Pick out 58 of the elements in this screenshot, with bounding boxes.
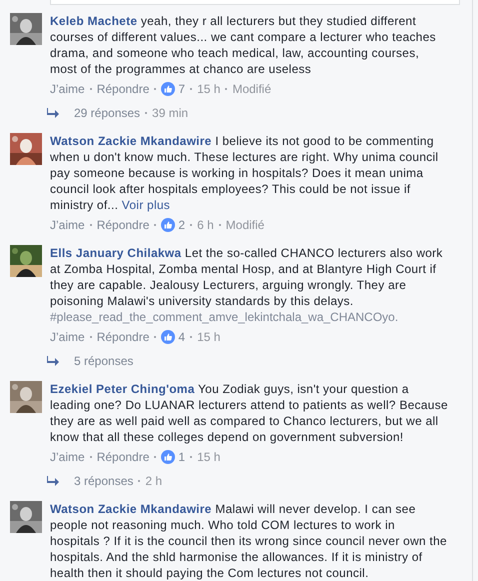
see-more-link[interactable]: Voir plus <box>122 198 170 212</box>
hashtag-link[interactable]: #please_read_the_comment_amve_lekintchala_wa_CHANCOyo. <box>50 309 448 325</box>
separator-dot <box>138 480 140 482</box>
replies-link[interactable]: 5 réponses <box>74 353 134 369</box>
author-link[interactable]: Keleb Machete <box>50 14 138 28</box>
edited-label: Modifié <box>226 217 264 233</box>
thumbs-up-icon <box>161 218 176 232</box>
separator-dot <box>190 88 192 90</box>
like-count: 2 <box>178 217 186 233</box>
separator-dot <box>154 336 156 338</box>
separator-dot <box>154 88 156 90</box>
separator-dot <box>218 224 221 226</box>
comment-time: 15 h <box>197 449 220 465</box>
comment-text: Ells January Chilakwa Let the so-called CHANCO lecturers also work at Zomba Hospital, Zomba mental Hosp, and at Blantyre High Court if they are capable. Jealousy Lecturers, arguing wrongly. They are poisoning Malawi's university standards by this delays. <box>50 245 444 309</box>
thumbs-up-icon <box>161 450 176 464</box>
comment-text: Watson Zackie Mkandawire Malawi will never develop. I can see people not reasoning much. Who told COM lectures to work in hospitals ? If it is the council then its wrong since council never own the hospitals. And the shld harmonise the allowances. If it is ministry of health then it should paying the Com lectures not council. <box>50 501 448 581</box>
comment-time: 15 h <box>197 81 220 97</box>
thumbs-up-icon <box>161 330 176 344</box>
thumbs-up-icon <box>161 82 176 96</box>
comment-time: 6 h <box>197 217 214 233</box>
replies-link[interactable]: 3 réponses <box>74 473 134 489</box>
separator-dot <box>154 456 156 458</box>
reply-link[interactable]: Répondre <box>96 449 150 465</box>
author-link[interactable]: Watson Zackie Mkandawire <box>50 502 212 516</box>
like-count: 7 <box>178 81 186 97</box>
like-count: 1 <box>178 449 186 465</box>
separator-dot <box>154 224 156 226</box>
like-link[interactable]: J’aime <box>50 81 85 97</box>
like-link[interactable]: J’aime <box>50 217 85 233</box>
replies-link[interactable]: 29 réponses <box>74 105 140 121</box>
comment-text: Watson Zackie Mkandawire I believe its not good to be commenting when u don't know much. These lectures are right. Why unima council pay someone because is working in hospitals? Does it mean unima council look after hospitals employees? This could be not issue if ministry of... Voir plus <box>50 133 440 213</box>
separator-dot <box>190 224 192 226</box>
like-link[interactable]: J’aime <box>50 329 85 345</box>
comment-text: Ezekiel Peter Ching'oma You Zodiak guys, isn't your question a leading one? Do LUANAR lecturers attend to patients as well? Because they are as well paid well as compared to Chanco lecturers, but we all know that all these colleges depend on government subversion! <box>50 381 448 445</box>
separator-dot <box>145 112 148 114</box>
reply-arrow-icon <box>47 476 59 486</box>
like-link[interactable]: J’aime <box>50 449 85 465</box>
comment-time: 15 h <box>197 329 220 345</box>
reply-link[interactable]: Répondre <box>96 81 150 97</box>
separator-dot <box>190 336 192 338</box>
author-link[interactable]: Watson Zackie Mkandawire <box>50 134 212 148</box>
reply-arrow-icon <box>47 108 59 118</box>
reply-link[interactable]: Répondre <box>96 329 150 345</box>
author-link[interactable]: Ells January Chilakwa <box>50 246 182 260</box>
reply-arrow-icon <box>47 356 59 366</box>
edited-label: Modifié <box>232 81 272 97</box>
reply-time: 39 min <box>152 105 188 121</box>
like-count: 4 <box>178 329 186 345</box>
separator-dot <box>190 456 192 458</box>
separator-dot <box>90 224 92 226</box>
separator-dot <box>225 88 228 90</box>
reply-link[interactable]: Répondre <box>96 217 150 233</box>
author-link[interactable]: Ezekiel Peter Ching'oma <box>50 382 195 396</box>
separator-dot <box>90 336 92 338</box>
comment-text: Keleb Machete yeah, they r all lecturers but they studied different courses of different values... we cant compare a lecturer who teaches drama, and someone who teach medical, law, accounting courses, most of the programmes at chanco are useless <box>50 13 437 77</box>
separator-dot <box>90 456 92 458</box>
reply-time: 2 h <box>145 473 162 489</box>
separator-dot <box>90 88 92 90</box>
